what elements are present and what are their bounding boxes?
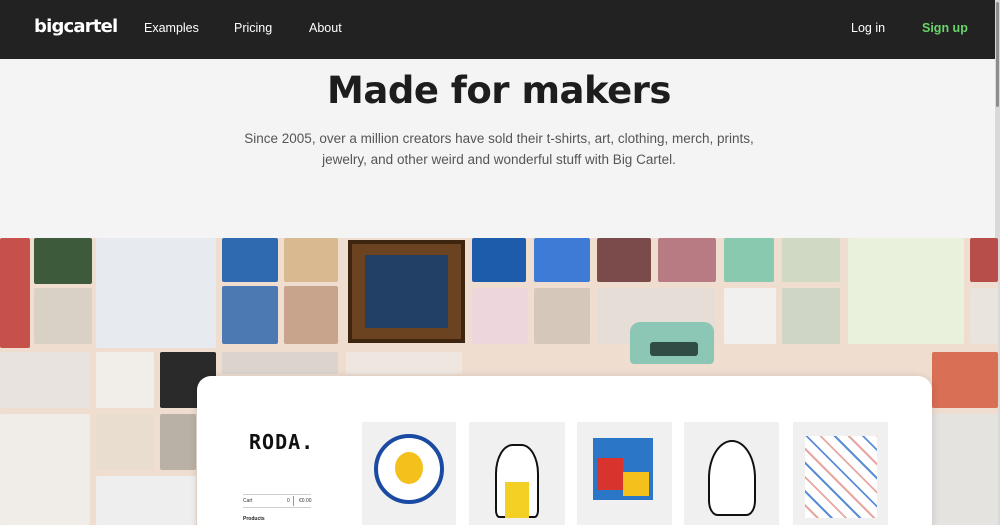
top-nav: bigcartel Examples Pricing About Log in … (0, 0, 1000, 59)
collage-tile (472, 238, 526, 282)
collage-tile (222, 352, 338, 374)
collage-tile (222, 238, 278, 282)
collage-tile (597, 238, 651, 282)
product-card[interactable] (469, 422, 565, 525)
product-card[interactable] (684, 422, 779, 525)
nav-pricing-link[interactable]: Pricing (234, 21, 272, 35)
collage-tile (96, 238, 216, 348)
collage-tile (0, 238, 30, 348)
collage-tile (932, 352, 998, 408)
collage-tile (534, 288, 590, 344)
product-card[interactable] (362, 422, 456, 525)
nav-examples-link[interactable]: Examples (144, 21, 199, 35)
cart-count: 0 (287, 498, 290, 504)
collage-tile (970, 238, 998, 282)
cart-divider (293, 496, 294, 506)
face-art (395, 452, 423, 484)
faces-pattern-art (805, 436, 877, 518)
line-drawing-art (708, 440, 756, 516)
collage-tile (848, 238, 964, 344)
hero-subtitle-line-1: Since 2005, over a million creators have… (244, 131, 754, 146)
bigcartel-logo[interactable]: bigcartel (34, 16, 118, 37)
product-card[interactable] (793, 422, 888, 525)
signup-link[interactable]: Sign up (922, 21, 968, 35)
product-card[interactable] (577, 422, 672, 525)
cart-total: €0.00 (299, 498, 312, 504)
collage-tile (284, 238, 338, 282)
collage-tile (96, 476, 196, 525)
collage-tile (534, 238, 590, 282)
collage-tile (96, 414, 154, 470)
collage-tile (0, 352, 90, 408)
hero-title: Made for makers (327, 69, 671, 112)
collage-tile (472, 288, 528, 344)
collage-tile (724, 238, 774, 282)
collage-tile (96, 352, 154, 408)
collage-tile (34, 238, 92, 284)
collage-tile (782, 238, 840, 282)
collage-tile (284, 286, 338, 344)
collage-tile (160, 414, 196, 470)
framed-art-photo (348, 240, 465, 343)
collage-tile (724, 288, 776, 344)
cart-label: Cart (243, 498, 253, 504)
collage-tile (34, 288, 92, 344)
products-label[interactable]: Products (243, 516, 265, 522)
yellow-accent-art (505, 482, 529, 518)
collage-tile (932, 414, 998, 525)
cart-summary[interactable]: Cart 0 €0.00 (243, 494, 312, 508)
collage-tile (782, 288, 840, 344)
typewriter-keys (650, 342, 698, 356)
hero-subtitle-line-2: jewelry, and other weird and wonderful s… (322, 152, 676, 167)
store-logo[interactable]: RODA. (249, 430, 314, 454)
collage-tile (970, 288, 998, 344)
portrait-red-block (597, 458, 623, 490)
portrait-yellow-block (623, 472, 649, 496)
collage-tile (222, 286, 278, 344)
collage-tile (0, 414, 90, 525)
nav-about-link[interactable]: About (309, 21, 342, 35)
store-preview-card: RODA. Cart 0 €0.00 Products (197, 376, 932, 525)
collage-tile (346, 352, 462, 374)
hero-subtitle: Since 2005, over a million creators have… (220, 128, 778, 170)
collage-tile (658, 238, 716, 282)
login-link[interactable]: Log in (851, 21, 885, 35)
